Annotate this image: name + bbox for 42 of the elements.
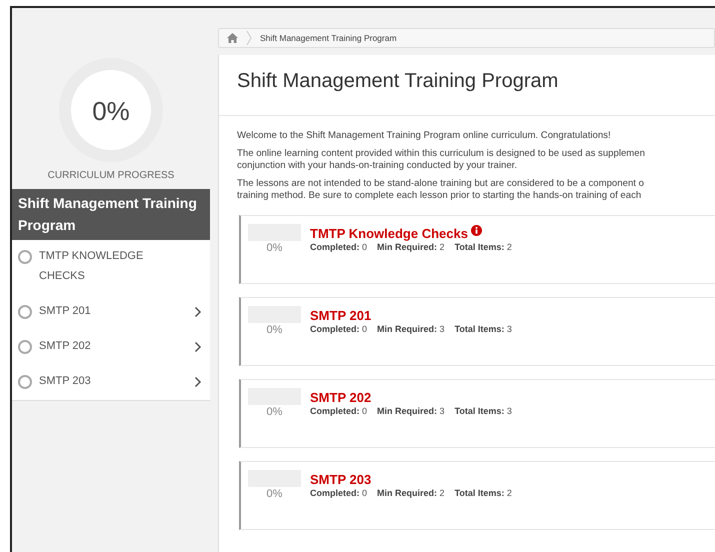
module-stat: Completed: 0 — [310, 324, 368, 334]
module-percent: 0% — [266, 406, 284, 418]
module-title-link[interactable]: SMTP 202 — [310, 390, 372, 405]
module-percent: 0% — [266, 242, 284, 254]
module-stat: Completed: 0 — [310, 488, 368, 498]
module-stat: Min Required: 2 — [377, 242, 445, 252]
intro-paragraph: The lessons are not intended to be stand-alone training but are considered to be a component o training method. Be sure to complete each lesson prior to starting the hands-on training of each — [237, 178, 645, 202]
module-stat: Min Required: 2 — [377, 488, 445, 498]
info-icon[interactable] — [470, 225, 482, 236]
module-stat: Total Items: 2 — [454, 488, 512, 498]
radio-button[interactable] — [18, 250, 32, 264]
sidebar-item[interactable]: TMTP KNOWLEDGE CHECKS — [39, 246, 162, 286]
page-title: Shift Management Training Program — [219, 55, 715, 116]
module-stat: Completed: 0 — [310, 242, 368, 252]
module-percent: 0% — [266, 488, 284, 500]
progress-label: CURRICULUM PROGRESS — [48, 170, 174, 181]
radio-button[interactable] — [18, 340, 32, 354]
breadcrumb-item[interactable]: Shift Management Training Program — [260, 33, 397, 43]
chevron-right-icon[interactable] — [194, 376, 202, 388]
module-title-link[interactable]: TMTP Knowledge Checks — [310, 226, 468, 241]
module-stat: Total Items: 3 — [454, 406, 512, 416]
intro-paragraph: Welcome to the Shift Management Training Program online curriculum. Congratulations! — [237, 130, 612, 142]
home-icon[interactable] — [227, 33, 238, 43]
sidebar-item[interactable]: SMTP 201 — [39, 301, 194, 321]
module-stat: Min Required: 3 — [377, 406, 445, 416]
sidebar-item[interactable]: SMTP 203 — [39, 371, 194, 391]
module-stat: Completed: 0 — [310, 406, 368, 416]
module-title-link[interactable]: SMTP 203 — [310, 472, 372, 487]
sidebar-item[interactable]: SMTP 202 — [39, 336, 194, 356]
module-stat: Min Required: 3 — [377, 324, 445, 334]
module-title-link[interactable]: SMTP 201 — [310, 308, 372, 323]
chevron-right-icon[interactable] — [194, 341, 202, 353]
breadcrumb-separator-icon — [246, 31, 252, 45]
module-percent: 0% — [266, 324, 284, 336]
radio-button[interactable] — [18, 375, 32, 389]
sidebar-title: Shift Management Training Program — [12, 189, 210, 240]
chevron-right-icon[interactable] — [194, 306, 202, 318]
progress-percent: 0% — [92, 96, 130, 126]
module-stat: Total Items: 2 — [454, 242, 512, 252]
intro-paragraph: The online learning content provided within this curriculum is designed to be used as supplemen conjunction with your hands-on-training conducted by your trainer. — [237, 148, 646, 172]
module-stat: Total Items: 3 — [454, 324, 512, 334]
radio-button[interactable] — [18, 305, 32, 319]
